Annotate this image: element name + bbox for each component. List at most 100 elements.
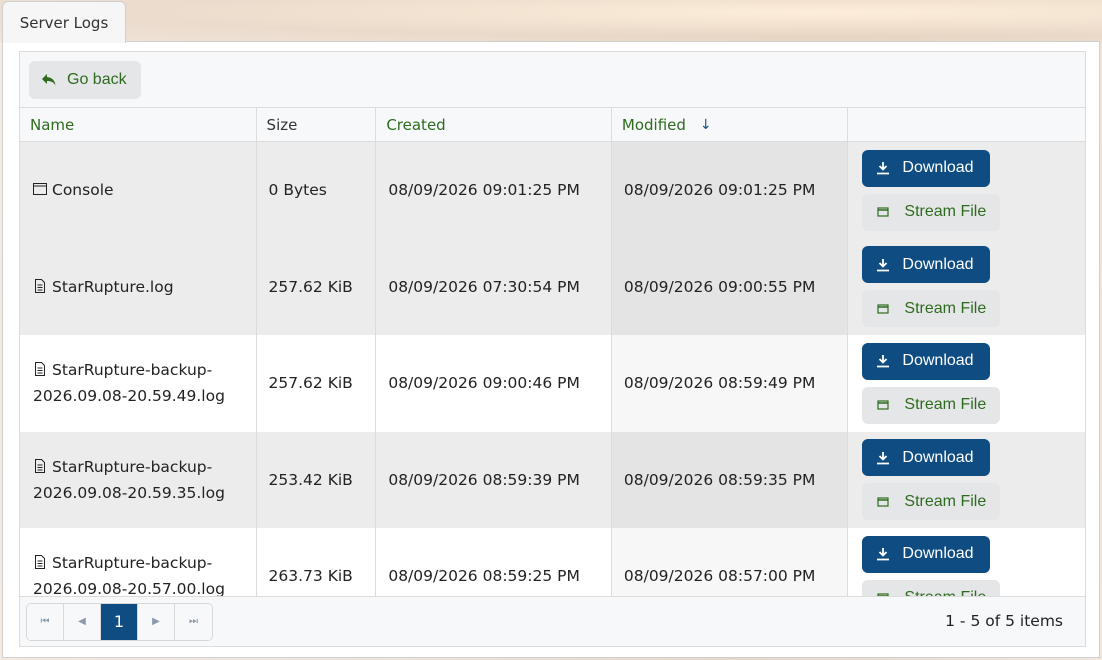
file-name-cell: StarRupture-backup- 2026.09.08-20.59.35.l… — [20, 431, 257, 528]
file-icon — [35, 362, 45, 377]
window-icon — [877, 497, 890, 507]
download-label: Download — [902, 448, 974, 466]
download-button[interactable]: Download — [862, 149, 990, 187]
column-header-name[interactable]: Name — [20, 108, 257, 141]
stream-file-button[interactable]: Stream File — [862, 290, 1001, 328]
file-name-continued: 2026.09.08-20.59.49.log — [33, 387, 225, 406]
stream-file-label: Stream File — [904, 299, 987, 317]
stream-file-button[interactable]: Stream File — [862, 193, 1001, 231]
stream-file-label: Stream File — [904, 492, 987, 510]
file-name: StarRupture-backup- — [52, 554, 213, 573]
grid-rows: Console 0 Bytes 08/09/2026 09:01:25 PM 0… — [20, 142, 1085, 599]
column-name-label: Name — [30, 115, 75, 134]
column-created-label: Created — [386, 115, 446, 134]
created-date: 08/09/2026 08:59:39 PM — [376, 431, 612, 528]
file-name-cell: StarRupture.log — [20, 238, 257, 335]
sort-descending-icon: ↓ — [699, 116, 712, 133]
file-name: StarRupture-backup- — [52, 361, 213, 380]
file-name-cell: StarRupture-backup- 2026.09.08-20.57.00.l… — [20, 528, 257, 599]
actions-cell: Download Stream File — [848, 432, 1085, 529]
stream-file-button[interactable]: Stream File — [862, 483, 1001, 521]
file-size: 0 Bytes — [257, 142, 377, 239]
download-icon — [877, 548, 890, 561]
pager-info: 1 - 5 of 5 items — [945, 612, 1063, 630]
console-icon — [33, 183, 47, 196]
file-icon — [35, 555, 45, 570]
file-size: 257.62 KiB — [257, 238, 377, 335]
page-number-button[interactable]: 1 — [101, 603, 138, 640]
download-button[interactable]: Download — [862, 439, 990, 477]
download-button[interactable]: Download — [862, 535, 990, 573]
table-row: Console 0 Bytes 08/09/2026 09:01:25 PM 0… — [20, 142, 1085, 239]
window-icon — [877, 304, 890, 314]
file-size: 257.62 KiB — [257, 335, 377, 432]
next-page-button[interactable]: ▶ — [138, 603, 175, 640]
created-date: 08/09/2026 09:01:25 PM — [376, 142, 612, 239]
file-name: Console — [52, 181, 114, 200]
file-name: StarRupture.log — [52, 277, 174, 296]
pager: ⏮ ◀ 1 ▶ ⏭ 1 - 5 of 5 items — [20, 596, 1085, 646]
created-date: 08/09/2026 08:59:25 PM — [376, 528, 612, 599]
table-row: StarRupture-backup- 2026.09.08-20.57.00.l… — [20, 528, 1085, 599]
stream-file-button[interactable]: Stream File — [862, 386, 1001, 424]
table-row: StarRupture-backup- 2026.09.08-20.59.49.l… — [20, 335, 1085, 432]
download-button[interactable]: Download — [862, 342, 990, 380]
first-page-icon: ⏮ — [40, 616, 50, 627]
download-label: Download — [902, 545, 974, 563]
go-back-button[interactable]: Go back — [29, 60, 141, 99]
file-name: StarRupture-backup- — [52, 457, 213, 476]
modified-date: 08/09/2026 08:57:00 PM — [612, 528, 849, 599]
table-row: StarRupture-backup- 2026.09.08-20.59.35.l… — [20, 431, 1085, 529]
tab-strip — [0, 0, 1102, 42]
file-icon — [35, 278, 45, 293]
file-name-cell: StarRupture-backup- 2026.09.08-20.59.49.l… — [20, 335, 257, 432]
download-icon — [877, 258, 890, 272]
file-icon — [35, 458, 45, 473]
column-header-created[interactable]: Created — [376, 108, 612, 141]
column-size-label: Size — [266, 115, 298, 134]
download-icon — [877, 451, 890, 465]
column-header-actions — [848, 108, 1085, 141]
tab-server-logs[interactable]: Server Logs — [2, 1, 126, 43]
server-logs-panel: Go back Name Size Created Modified ↓ Cons… — [2, 41, 1100, 658]
download-icon — [877, 162, 890, 175]
download-label: Download — [902, 255, 974, 273]
go-back-label: Go back — [67, 70, 127, 88]
file-name-continued: 2026.09.08-20.59.35.log — [33, 483, 225, 502]
window-icon — [877, 400, 890, 410]
stream-file-label: Stream File — [904, 203, 987, 221]
created-date: 08/09/2026 09:00:46 PM — [376, 335, 612, 432]
last-page-button[interactable]: ⏭ — [175, 603, 212, 640]
file-size: 253.42 KiB — [257, 431, 377, 528]
logs-grid: Go back Name Size Created Modified ↓ Cons… — [19, 51, 1086, 647]
modified-date: 08/09/2026 09:00:55 PM — [612, 238, 849, 335]
file-name-cell: Console — [20, 142, 257, 239]
stream-file-label: Stream File — [904, 396, 987, 414]
modified-date: 08/09/2026 08:59:35 PM — [612, 431, 849, 528]
previous-page-button[interactable]: ◀ — [64, 603, 101, 640]
first-page-button[interactable]: ⏮ — [27, 603, 64, 640]
modified-date: 08/09/2026 09:01:25 PM — [612, 142, 849, 239]
next-page-icon: ▶ — [152, 616, 160, 627]
download-label: Download — [902, 159, 974, 177]
window-icon — [877, 207, 890, 217]
table-row: StarRupture.log 257.62 KiB 08/09/2026 07… — [20, 238, 1085, 336]
tab-label: Server Logs — [19, 13, 109, 32]
download-label: Download — [902, 352, 974, 370]
reply-arrow-icon — [42, 73, 56, 85]
file-size: 263.73 KiB — [257, 528, 377, 599]
download-icon — [877, 355, 890, 368]
actions-cell: Download Stream File — [848, 528, 1085, 599]
last-page-icon: ⏭ — [189, 616, 198, 627]
actions-cell: Download Stream File — [848, 142, 1085, 239]
download-button[interactable]: Download — [862, 246, 990, 284]
grid-header: Name Size Created Modified ↓ — [20, 108, 1085, 142]
column-header-modified[interactable]: Modified ↓ — [612, 108, 849, 141]
column-header-size: Size — [257, 108, 377, 141]
modified-date: 08/09/2026 08:59:49 PM — [612, 335, 849, 432]
actions-cell: Download Stream File — [848, 239, 1085, 336]
grid-toolbar: Go back — [20, 52, 1085, 108]
created-date: 08/09/2026 07:30:54 PM — [376, 238, 612, 335]
column-modified-label: Modified — [621, 115, 686, 134]
previous-page-icon: ◀ — [78, 616, 86, 627]
